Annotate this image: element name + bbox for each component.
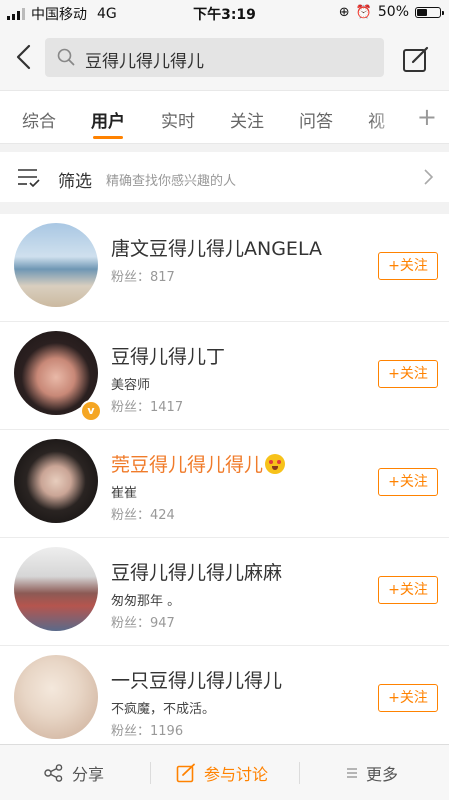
avatar[interactable] — [14, 439, 98, 523]
user-list: 唐文豆得儿得儿ANGELA 粉丝：817 +关注 v 豆得儿得儿丁 美容师 粉丝… — [0, 214, 449, 754]
follow-button[interactable]: +关注 — [378, 468, 438, 496]
compose-icon[interactable] — [402, 45, 430, 73]
user-fans: 粉丝：1417 — [111, 400, 184, 415]
result-tabs: 综合 用户 实时 关注 问答 视 + — [0, 90, 449, 144]
user-fans: 粉丝：947 — [111, 616, 175, 631]
more-label: 更多 — [366, 765, 399, 784]
share-button[interactable]: 分享 — [44, 745, 104, 801]
filter-description: 精确查找你感兴趣的人 — [106, 174, 237, 189]
user-fans: 粉丝：817 — [111, 270, 175, 285]
user-description: 美容师 — [111, 378, 151, 393]
follow-button[interactable]: +关注 — [378, 576, 438, 604]
back-arrow-icon[interactable] — [12, 42, 36, 72]
share-icon — [44, 764, 63, 782]
user-name-text: 莞豆得儿得儿得儿 — [111, 454, 264, 476]
tab-users[interactable]: 用户 — [91, 107, 125, 132]
user-description: 匆匆那年 。 — [111, 594, 181, 609]
tab-realtime[interactable]: 实时 — [161, 107, 195, 132]
tab-following[interactable]: 关注 — [230, 107, 264, 132]
search-icon — [57, 48, 75, 66]
emoji-icon — [265, 454, 286, 474]
follow-button[interactable]: +关注 — [378, 684, 438, 712]
search-input[interactable]: 豆得儿得儿得儿 — [45, 38, 384, 77]
avatar[interactable] — [14, 223, 98, 307]
battery-level — [417, 8, 427, 16]
user-fans: 粉丝：1196 — [111, 724, 184, 739]
filter-row[interactable]: 筛选 精确查找你感兴趣的人 — [0, 152, 449, 202]
follow-button[interactable]: +关注 — [378, 252, 438, 280]
separator — [150, 762, 151, 784]
battery-percent: 50% — [377, 4, 409, 20]
verified-badge-icon: v — [80, 400, 102, 422]
avatar[interactable] — [14, 547, 98, 631]
status-bar: 中国移动 4G 下午3:19 ⊕ ⏰ 50% — [0, 0, 449, 26]
avatar[interactable] — [14, 655, 98, 739]
user-name[interactable]: 豆得儿得儿得儿麻麻 — [111, 558, 282, 585]
battery-icon — [415, 6, 444, 18]
more-button[interactable]: 更多 — [346, 745, 398, 801]
user-fans: 粉丝：424 — [111, 508, 175, 523]
user-row[interactable]: 莞豆得儿得儿得儿 崔崔 粉丝：424 +关注 — [0, 430, 449, 538]
add-tab-icon[interactable]: + — [417, 103, 437, 131]
active-tab-indicator — [93, 136, 123, 139]
filter-label: 筛选 — [58, 172, 92, 192]
user-name[interactable]: 莞豆得儿得儿得儿 — [111, 450, 286, 477]
alarm-icon: ⏰ — [355, 4, 372, 20]
user-row[interactable]: 唐文豆得儿得儿ANGELA 粉丝：817 +关注 — [0, 214, 449, 322]
search-query[interactable]: 豆得儿得儿得儿 — [85, 47, 204, 72]
user-name[interactable]: 豆得儿得儿丁 — [111, 342, 225, 369]
search-header: 豆得儿得儿得儿 — [0, 26, 449, 90]
section-divider — [0, 202, 449, 214]
chevron-right-icon — [424, 169, 434, 185]
user-name[interactable]: 一只豆得儿得儿得儿 — [111, 666, 282, 693]
tab-fade — [369, 91, 409, 143]
rotation-lock-icon: ⊕ — [338, 4, 350, 20]
user-row[interactable]: 一只豆得儿得儿得儿 不疯魔，不成活。 粉丝：1196 +关注 — [0, 646, 449, 754]
user-row[interactable]: 豆得儿得儿得儿麻麻 匆匆那年 。 粉丝：947 +关注 — [0, 538, 449, 646]
user-name[interactable]: 唐文豆得儿得儿ANGELA — [111, 234, 322, 261]
bottom-action-bar: 分享 参与讨论 更多 — [0, 744, 449, 800]
user-description: 崔崔 — [111, 486, 138, 501]
tab-qa[interactable]: 问答 — [299, 107, 333, 132]
discuss-label: 参与讨论 — [204, 765, 269, 784]
user-row[interactable]: v 豆得儿得儿丁 美容师 粉丝：1417 +关注 — [0, 322, 449, 430]
filter-icon — [18, 169, 40, 188]
separator — [299, 762, 300, 784]
section-divider — [0, 144, 449, 152]
discuss-button[interactable]: 参与讨论 — [176, 745, 268, 801]
edit-icon — [176, 763, 195, 783]
follow-button[interactable]: +关注 — [378, 360, 438, 388]
share-label: 分享 — [72, 765, 105, 784]
user-description: 不疯魔，不成活。 — [111, 702, 216, 717]
menu-icon — [347, 768, 357, 778]
tab-comprehensive[interactable]: 综合 — [22, 107, 56, 132]
